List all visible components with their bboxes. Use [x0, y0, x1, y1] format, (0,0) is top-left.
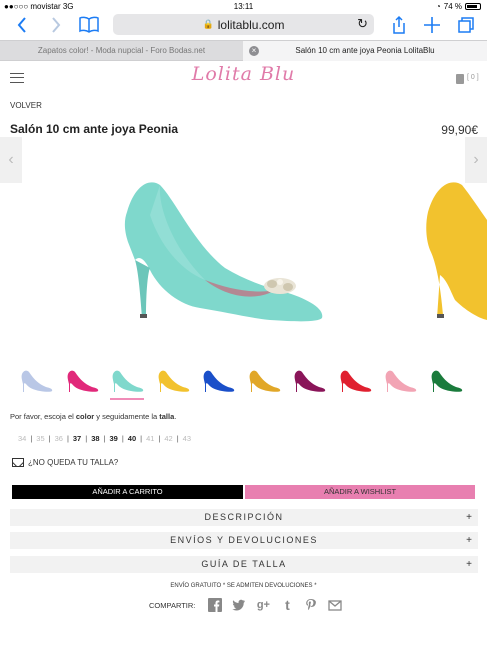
- size-option[interactable]: 38: [87, 434, 103, 443]
- shoe-thumbnail-image: [158, 370, 189, 392]
- accordion-descripcion[interactable]: DESCRIPCIÓN +: [10, 509, 478, 526]
- color-thumbnail[interactable]: [16, 362, 56, 400]
- accordion-envios[interactable]: ENVÍOS Y DEVOLUCIONES +: [10, 532, 478, 549]
- shoe-thumbnail-image: [203, 370, 235, 392]
- tab-foro-bodas[interactable]: Zapatos color! - Moda nupcial - Foro Bod…: [0, 41, 243, 61]
- reload-icon[interactable]: ↻: [357, 16, 368, 32]
- tab-title: Zapatos color! - Moda nupcial - Foro Bod…: [37, 46, 206, 55]
- product-gallery[interactable]: [0, 150, 487, 345]
- battery-icon: [465, 3, 481, 10]
- clock: 13:11: [233, 2, 254, 11]
- size-option: 35: [36, 434, 45, 443]
- accordion-guia-talla[interactable]: GUÍA DE TALLA +: [10, 556, 478, 573]
- color-thumbnails: [16, 362, 472, 402]
- close-tab-icon[interactable]: ×: [249, 46, 259, 56]
- no-size-link[interactable]: ¿NO QUEDA TU TALLA?: [12, 458, 118, 467]
- book-icon[interactable]: [78, 15, 100, 35]
- back-link[interactable]: VOLVER: [10, 101, 42, 110]
- shipping-note: ENVÍO GRATUITO * SE ADMITEN DEVOLUCIONES…: [170, 583, 317, 589]
- product-title: Salón 10 cm ante joya Peonia: [10, 122, 179, 136]
- share-bar: COMPARTIR: g+ t: [149, 598, 343, 612]
- gallery-next-arrow[interactable]: ›: [465, 137, 487, 183]
- share-icon[interactable]: [389, 15, 409, 35]
- product-price: 99,90€: [441, 123, 478, 137]
- shoe-thumbnail-image: [112, 370, 144, 392]
- envelope-icon: [12, 458, 24, 467]
- battery-percent: 74 %: [443, 2, 462, 11]
- browser-toolbar: 🔒 lolitablu.com ↻: [0, 13, 487, 39]
- color-thumbnail[interactable]: [426, 362, 466, 400]
- color-thumbnail[interactable]: [62, 362, 102, 400]
- status-bar: ●●○○○ movistar 3G 13:11 ◔ 74 %: [0, 0, 487, 13]
- cart-count[interactable]: [ 0 ]: [467, 74, 479, 81]
- shoe-thumbnail-image: [294, 370, 326, 392]
- email-icon[interactable]: [328, 598, 343, 612]
- share-label: COMPARTIR:: [149, 600, 196, 610]
- tumblr-icon[interactable]: t: [280, 598, 294, 612]
- plus-icon: +: [466, 535, 472, 546]
- shopping-bag-icon[interactable]: [456, 74, 464, 84]
- size-option: 34: [18, 434, 27, 443]
- add-to-wishlist-button[interactable]: AÑADIR A WISHLIST: [245, 485, 475, 499]
- color-thumbnail[interactable]: [289, 362, 329, 400]
- gallery-prev-arrow[interactable]: ‹: [0, 137, 22, 183]
- size-option[interactable]: 39: [105, 434, 121, 443]
- plus-icon: +: [466, 559, 472, 570]
- pinterest-icon[interactable]: [304, 598, 318, 612]
- lock-icon: 🔒: [202, 19, 214, 29]
- size-option[interactable]: 37: [69, 434, 85, 443]
- size-option: 43: [182, 434, 192, 443]
- twitter-icon[interactable]: [232, 598, 246, 612]
- size-option: 36: [54, 434, 63, 443]
- tabs-icon[interactable]: [456, 15, 476, 35]
- tab-title: Salón 10 cm ante joya Peonia LolitaBlu: [295, 46, 435, 55]
- choose-instructions: Por favor, escoja el color y seguidament…: [10, 412, 177, 421]
- color-thumbnail[interactable]: [335, 362, 375, 400]
- url-bar[interactable]: 🔒 lolitablu.com ↻: [113, 14, 374, 35]
- shoe-thumbnail-image: [431, 370, 462, 392]
- site-logo[interactable]: Lolita Blu: [0, 63, 487, 85]
- jewel-ornament: [264, 278, 296, 294]
- accordion-label: ENVÍOS Y DEVOLUCIONES: [170, 535, 318, 545]
- accordion-label: GUÍA DE TALLA: [201, 559, 287, 569]
- size-option[interactable]: 40: [124, 434, 140, 443]
- product-image: [124, 182, 487, 322]
- shoe-thumbnail-image: [67, 370, 98, 392]
- plus-icon: +: [466, 512, 472, 523]
- color-thumbnail[interactable]: [198, 362, 238, 400]
- shoe-thumbnail-image: [340, 370, 371, 392]
- size-option: 41: [146, 434, 155, 443]
- location-icon: ◔: [435, 2, 441, 11]
- size-selector: 34 | 35 | 36 | 37 | 38 | 39 | 40 | 41 | 42 | 43: [14, 434, 195, 443]
- url-text: lolitablu.com: [217, 17, 285, 32]
- shoe-thumbnail-image: [21, 370, 53, 392]
- chevron-left-icon[interactable]: [12, 15, 32, 35]
- add-to-cart-button[interactable]: AÑADIR A CARRITO: [12, 485, 243, 499]
- facebook-icon[interactable]: [208, 598, 223, 612]
- no-size-label: ¿NO QUEDA TU TALLA?: [28, 458, 119, 467]
- tab-lolitablu[interactable]: × Salón 10 cm ante joya Peonia LolitaBlu: [243, 41, 487, 61]
- accordion-label: DESCRIPCIÓN: [204, 512, 284, 522]
- size-option: 42: [164, 434, 173, 443]
- shoe-thumbnail-image: [249, 370, 280, 392]
- color-thumbnail[interactable]: [244, 362, 284, 400]
- plus-icon[interactable]: [422, 15, 442, 35]
- color-thumbnail[interactable]: [153, 362, 193, 400]
- color-thumbnail[interactable]: [107, 362, 147, 400]
- shoe-thumbnail-image: [385, 370, 417, 392]
- chevron-right-icon[interactable]: [46, 15, 66, 35]
- color-thumbnail[interactable]: [380, 362, 420, 400]
- google-plus-icon[interactable]: g+: [256, 598, 270, 612]
- tab-bar: Zapatos color! - Moda nupcial - Foro Bod…: [0, 40, 487, 61]
